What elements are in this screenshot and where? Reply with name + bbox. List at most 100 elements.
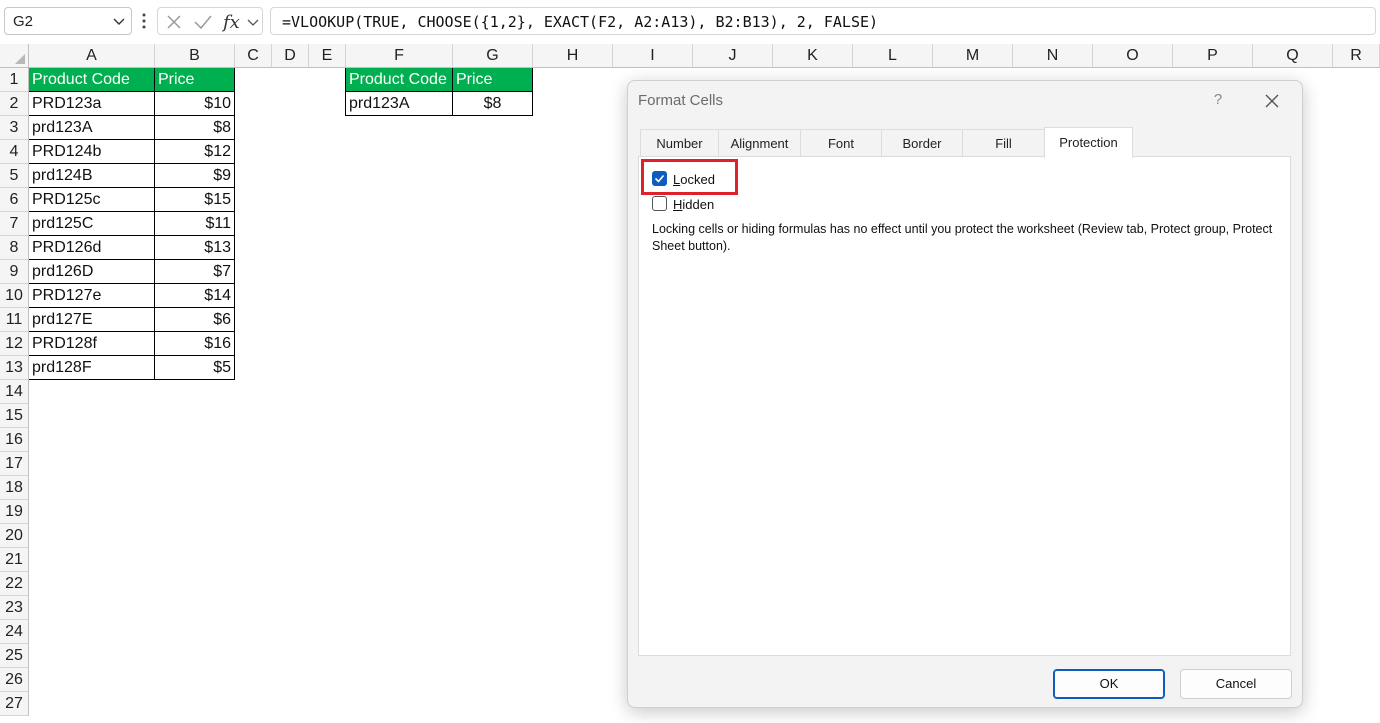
row-header[interactable]: 20 [0, 524, 29, 548]
row-header[interactable]: 5 [0, 164, 29, 188]
column-header[interactable]: G [453, 44, 533, 68]
tab-alignment[interactable]: Alignment [719, 129, 801, 157]
product-code-cell[interactable]: PRD124b [29, 140, 155, 164]
row-header[interactable]: 3 [0, 116, 29, 140]
column-header[interactable]: O [1093, 44, 1173, 68]
hidden-label-accesskey: H [673, 197, 683, 212]
row-header[interactable]: 7 [0, 212, 29, 236]
column-header[interactable]: M [933, 44, 1013, 68]
row-header[interactable]: 25 [0, 644, 29, 668]
row-header[interactable]: 21 [0, 548, 29, 572]
column-header[interactable]: P [1173, 44, 1253, 68]
column-header[interactable]: E [309, 44, 346, 68]
more-options-icon[interactable] [142, 12, 146, 30]
tab-protection[interactable]: Protection [1044, 127, 1133, 158]
row-header[interactable]: 13 [0, 356, 29, 380]
tab-font[interactable]: Font [801, 129, 882, 157]
chevron-down-icon[interactable] [247, 18, 259, 28]
row-header[interactable]: 8 [0, 236, 29, 260]
tab-border[interactable]: Border [882, 129, 963, 157]
product-code-cell[interactable]: prd128F [29, 356, 155, 380]
chevron-down-icon[interactable] [113, 15, 125, 27]
row-header[interactable]: 22 [0, 572, 29, 596]
lookup-header-cell[interactable]: Product Code [345, 68, 453, 92]
price-cell[interactable]: $7 [155, 260, 235, 284]
product-code-cell[interactable]: prd127E [29, 308, 155, 332]
hidden-checkbox[interactable] [652, 196, 667, 211]
product-code-cell[interactable]: PRD128f [29, 332, 155, 356]
confirm-check-icon[interactable] [194, 14, 212, 30]
close-icon[interactable] [1261, 90, 1283, 112]
price-cell[interactable]: $15 [155, 188, 235, 212]
row-header[interactable]: 14 [0, 380, 29, 404]
product-code-cell[interactable]: prd124B [29, 164, 155, 188]
lookup-result-cell[interactable]: $8 [453, 92, 533, 116]
row-header[interactable]: 4 [0, 140, 29, 164]
product-code-cell[interactable]: prd125C [29, 212, 155, 236]
product-code-cell[interactable]: PRD125c [29, 188, 155, 212]
lookup-value-cell[interactable]: prd123A [345, 92, 453, 116]
column-header[interactable]: F [346, 44, 453, 68]
table-header-cell[interactable]: Product Code [29, 68, 155, 92]
select-all-corner[interactable] [0, 44, 29, 68]
column-header[interactable]: A [29, 44, 155, 68]
column-header[interactable]: I [613, 44, 693, 68]
column-header[interactable]: C [235, 44, 272, 68]
column-header[interactable]: K [773, 44, 853, 68]
row-header[interactable]: 12 [0, 332, 29, 356]
locked-checkbox[interactable] [652, 171, 667, 186]
product-code-cell[interactable]: PRD123a [29, 92, 155, 116]
cancel-button[interactable]: Cancel [1180, 669, 1292, 699]
locked-label[interactable]: Locked [673, 172, 715, 187]
cancel-x-icon[interactable] [166, 14, 182, 30]
row-header[interactable]: 19 [0, 500, 29, 524]
price-cell[interactable]: $10 [155, 92, 235, 116]
row-header[interactable]: 18 [0, 476, 29, 500]
product-code-cell[interactable]: PRD126d [29, 236, 155, 260]
price-cell[interactable]: $8 [155, 116, 235, 140]
column-header[interactable]: B [155, 44, 235, 68]
row-header[interactable]: 27 [0, 692, 29, 716]
price-cell[interactable]: $11 [155, 212, 235, 236]
formula-input[interactable]: =VLOOKUP(TRUE, CHOOSE({1,2}, EXACT(F2, A… [270, 7, 1376, 35]
column-header[interactable]: Q [1253, 44, 1333, 68]
price-cell[interactable]: $13 [155, 236, 235, 260]
hidden-label[interactable]: Hidden [673, 197, 714, 212]
row-header[interactable]: 11 [0, 308, 29, 332]
row-header[interactable]: 26 [0, 668, 29, 692]
row-header[interactable]: 24 [0, 620, 29, 644]
fx-icon[interactable]: fx [222, 11, 244, 33]
product-code-cell[interactable]: prd126D [29, 260, 155, 284]
price-cell[interactable]: $14 [155, 284, 235, 308]
price-cell[interactable]: $12 [155, 140, 235, 164]
help-icon[interactable]: ? [1208, 90, 1228, 110]
column-header[interactable]: H [533, 44, 613, 68]
column-header[interactable]: R [1333, 44, 1380, 68]
row-header[interactable]: 16 [0, 428, 29, 452]
lookup-header-cell[interactable]: Price [453, 68, 533, 92]
price-cell[interactable]: $9 [155, 164, 235, 188]
row-header[interactable]: 10 [0, 284, 29, 308]
row-header[interactable]: 17 [0, 452, 29, 476]
row-header[interactable]: 15 [0, 404, 29, 428]
price-cell[interactable]: $16 [155, 332, 235, 356]
row-header[interactable]: 9 [0, 260, 29, 284]
row-header[interactable]: 1 [0, 68, 29, 92]
row-header[interactable]: 6 [0, 188, 29, 212]
tab-fill[interactable]: Fill [963, 129, 1045, 157]
column-header[interactable]: L [853, 44, 933, 68]
format-cells-dialog: Format Cells ? Number Alignment Font Bor… [627, 80, 1303, 708]
row-header[interactable]: 23 [0, 596, 29, 620]
product-code-cell[interactable]: prd123A [29, 116, 155, 140]
row-header[interactable]: 2 [0, 92, 29, 116]
name-box[interactable]: G2 [4, 7, 132, 35]
price-cell[interactable]: $5 [155, 356, 235, 380]
column-header[interactable]: D [272, 44, 309, 68]
price-cell[interactable]: $6 [155, 308, 235, 332]
product-code-cell[interactable]: PRD127e [29, 284, 155, 308]
tab-number[interactable]: Number [640, 129, 719, 157]
table-header-cell[interactable]: Price [155, 68, 235, 92]
column-header[interactable]: J [693, 44, 773, 68]
ok-button[interactable]: OK [1053, 669, 1165, 699]
column-header[interactable]: N [1013, 44, 1093, 68]
